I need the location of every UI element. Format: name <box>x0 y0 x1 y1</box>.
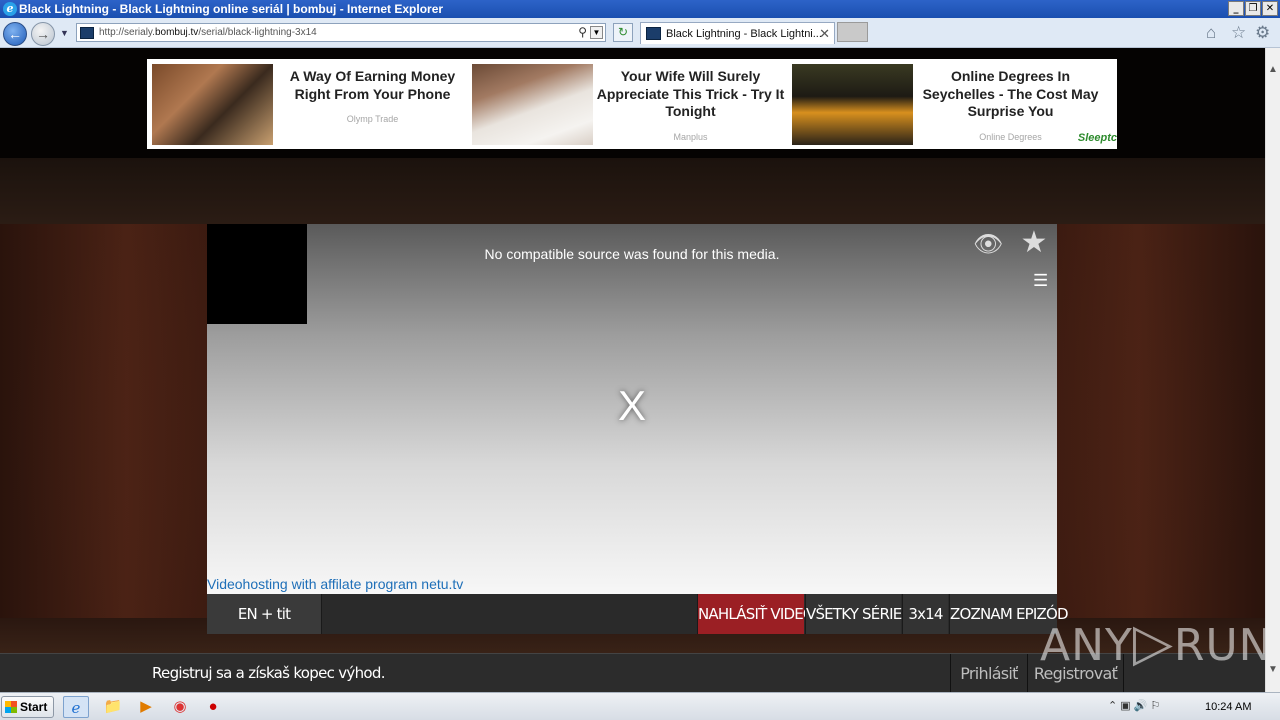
ad-network-logo[interactable]: Sleeptc <box>1078 132 1117 144</box>
search-icon[interactable]: ⚲ <box>578 25 587 39</box>
refresh-icon[interactable]: ↻ <box>613 23 633 42</box>
play-icon: ▷ <box>1132 613 1174 673</box>
scroll-up-icon[interactable]: ▲ <box>1268 64 1278 75</box>
ad-image[interactable] <box>792 64 913 145</box>
browser-toolbar: ← → ▼ http://serialy.bombuj.tv/serial/bl… <box>0 18 1280 48</box>
netu-link[interactable]: Videohosting with affilate program netu.… <box>207 576 463 592</box>
chrome-icon[interactable]: ◉ <box>167 696 193 718</box>
ad-banner: A Way Of Earning Money Right From Your P… <box>147 59 1117 149</box>
ad-item[interactable]: Your Wife Will Surely Appreciate This Tr… <box>472 64 792 145</box>
anyrun-watermark: ANY▷RUN <box>1040 613 1265 673</box>
gear-icon[interactable]: ⚙ <box>1255 24 1270 42</box>
history-dropdown-icon[interactable]: ▼ <box>60 28 69 38</box>
ad-source: Olymp Trade <box>346 114 399 124</box>
vertical-scrollbar[interactable]: ▲ ▼ <box>1265 48 1280 692</box>
theater-ceiling <box>0 158 1265 224</box>
eye-icon[interactable]: 👁 <box>973 232 1003 257</box>
internet-explorer-icon: e <box>3 2 17 16</box>
address-bar[interactable]: http://serialy.bombuj.tv/serial/black-li… <box>76 23 606 42</box>
taskbar: Start e 📁 ▶ ◉ ● ⌃ ▣ 🔊 ⚐ 10:24 AM <box>0 692 1280 720</box>
language-button[interactable]: EN + tit <box>207 594 322 634</box>
register-promo-text: Registruj sa a získaš kopec výhod. <box>152 664 385 682</box>
minimize-button[interactable]: _ <box>1228 1 1244 16</box>
close-icon[interactable]: X <box>207 382 1057 430</box>
site-favicon-icon <box>80 27 94 39</box>
favorites-star-icon[interactable]: ☆ <box>1231 24 1246 42</box>
window-title-bar: e Black Lightning - Black Lightning onli… <box>0 0 1280 18</box>
player-overlay-box <box>207 224 307 324</box>
address-dropdown-icon[interactable]: ▼ <box>590 26 603 39</box>
all-series-button[interactable]: VŠETKY SÉRIE <box>805 594 902 634</box>
tab-close-icon[interactable]: ✕ <box>819 26 830 42</box>
window-title: Black Lightning - Black Lightning online… <box>19 2 444 16</box>
back-arrow-icon[interactable]: ← <box>3 22 27 46</box>
forward-arrow-icon[interactable]: → <box>31 22 55 46</box>
url-text[interactable]: http://serialy.bombuj.tv/serial/black-li… <box>99 27 317 38</box>
close-window-button[interactable]: ✕ <box>1262 1 1278 16</box>
ad-image[interactable] <box>152 64 273 145</box>
player-control-bar: EN + tit NAHLÁSIŤ VIDEO VŠETKY SÉRIE 3x1… <box>207 594 1069 634</box>
tab-title: Black Lightning - Black Lightni... <box>666 28 822 40</box>
video-player[interactable]: No compatible source was found for this … <box>207 224 1057 594</box>
ad-headline[interactable]: Your Wife Will Surely Appreciate This Tr… <box>593 68 788 121</box>
internet-explorer-taskbar-icon[interactable]: e <box>63 696 89 718</box>
home-icon[interactable]: ⌂ <box>1206 24 1216 42</box>
clock[interactable]: 10:24 AM <box>1205 701 1251 713</box>
new-tab-button[interactable] <box>837 22 868 42</box>
ad-item[interactable]: Online Degrees In Seychelles - The Cost … <box>792 64 1112 145</box>
scroll-down-icon[interactable]: ▼ <box>1268 664 1278 675</box>
ad-source: Manplus <box>673 132 708 142</box>
ad-image[interactable] <box>472 64 593 145</box>
windows-logo-icon <box>5 701 17 713</box>
media-player-icon[interactable]: ▶ <box>133 696 159 718</box>
ad-item[interactable]: A Way Of Earning Money Right From Your P… <box>152 64 472 145</box>
stop-icon[interactable]: ● <box>200 696 226 718</box>
episode-button[interactable]: 3x14 <box>902 594 948 634</box>
system-tray[interactable]: ⌃ ▣ 🔊 ⚐ <box>1108 699 1160 712</box>
start-button[interactable]: Start <box>1 696 54 718</box>
web-page: A Way Of Earning Money Right From Your P… <box>0 48 1265 692</box>
folder-icon[interactable]: 📁 <box>100 696 126 718</box>
ad-headline[interactable]: A Way Of Earning Money Right From Your P… <box>275 68 470 103</box>
login-button[interactable]: Prihlásiť <box>950 654 1027 692</box>
ad-headline[interactable]: Online Degrees In Seychelles - The Cost … <box>913 68 1108 121</box>
tab-favicon-icon <box>646 27 661 40</box>
restore-button[interactable]: ❐ <box>1245 1 1261 16</box>
browser-tab[interactable]: Black Lightning - Black Lightni... ✕ <box>640 22 835 44</box>
report-video-button[interactable]: NAHLÁSIŤ VIDEO <box>697 594 815 634</box>
menu-icon[interactable]: ☰ <box>1033 272 1048 289</box>
player-error-message: No compatible source was found for this … <box>484 246 780 262</box>
star-icon[interactable]: ★ <box>1017 228 1051 258</box>
